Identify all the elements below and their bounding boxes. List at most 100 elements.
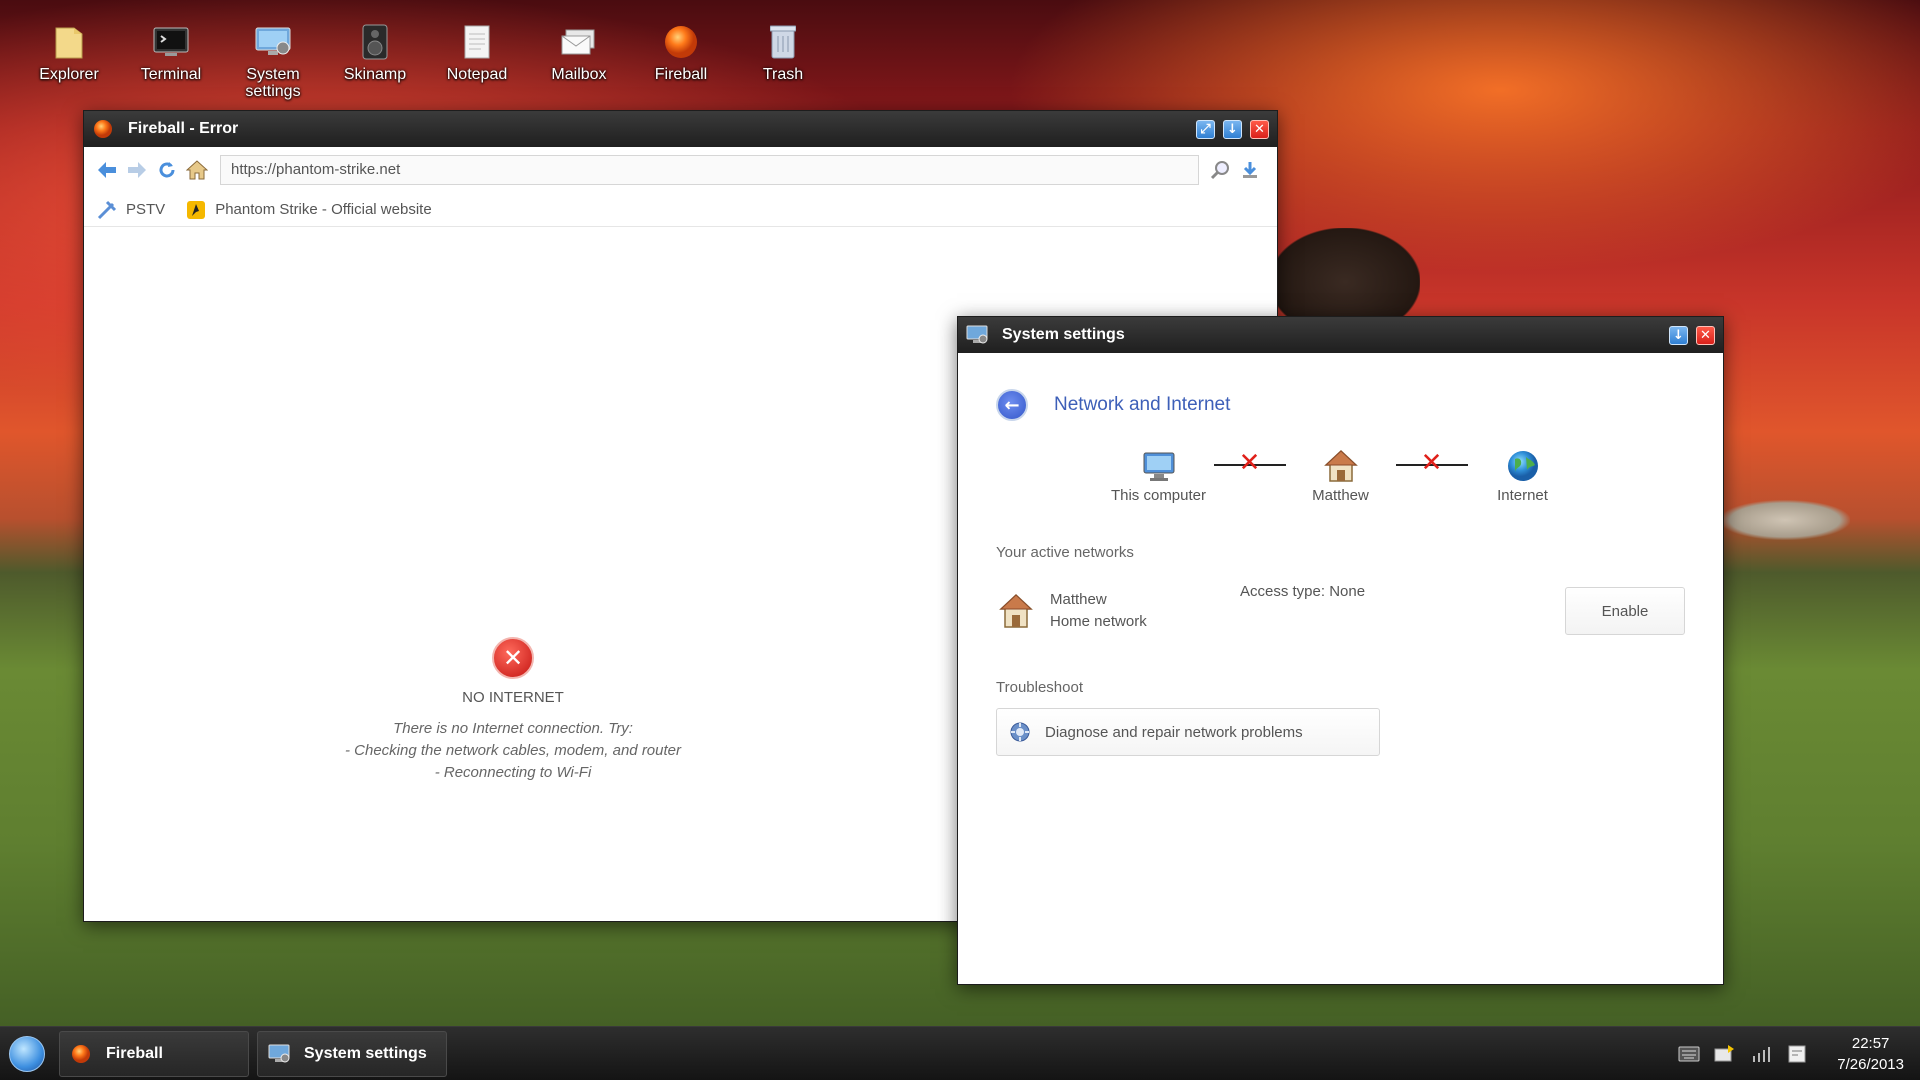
- network-node-label: Matthew: [1312, 487, 1369, 504]
- download-icon[interactable]: [1237, 157, 1263, 183]
- error-details: There is no Internet connection. Try: - …: [84, 718, 942, 784]
- bookmarks-bar: PSTV Phantom Strike - Official website: [84, 193, 1277, 227]
- trash-icon: [763, 22, 803, 62]
- error-icon: ✕: [492, 637, 534, 679]
- network-node-computer: This computer: [1104, 445, 1214, 504]
- settings-header: ← Network and Internet: [996, 389, 1685, 421]
- error-line: - Checking the network cables, modem, an…: [345, 742, 681, 759]
- troubleshoot-label: Troubleshoot: [996, 679, 1083, 696]
- taskbar-item-fireball[interactable]: Fireball: [59, 1030, 249, 1077]
- desktop-icon-fireball[interactable]: Fireball: [630, 22, 732, 100]
- browser-titlebar[interactable]: Fireball - Error ⤢ ↓ ✕: [84, 111, 1277, 147]
- desktop-icon-label: Skinamp: [343, 66, 407, 83]
- fireball-icon: [92, 118, 114, 140]
- clock-date: 7/26/2013: [1837, 1055, 1904, 1073]
- minimize-button[interactable]: ↓: [1223, 119, 1242, 139]
- mailbox-icon: [559, 22, 599, 62]
- fireball-icon: [661, 22, 701, 62]
- clock-time: 22:57: [1851, 1034, 1890, 1052]
- network-name: Matthew: [1050, 591, 1107, 608]
- home-icon[interactable]: [184, 157, 210, 183]
- settings-body: ← Network and Internet This computer ✕ M…: [958, 353, 1723, 984]
- diagnose-label: Diagnose and repair network problems: [1045, 723, 1303, 741]
- system-settings-window[interactable]: System settings ↓ ✕ ← Network and Intern…: [957, 316, 1724, 985]
- back-button[interactable]: ←: [996, 389, 1028, 421]
- access-type: Access type: None: [1240, 583, 1366, 600]
- disconnected-x-icon: ✕: [1238, 448, 1261, 478]
- clock[interactable]: 22:57 7/26/2013: [1837, 1033, 1904, 1075]
- home-network-icon: [996, 591, 1036, 631]
- search-icon[interactable]: [1207, 157, 1233, 183]
- settings-window-title: System settings: [1002, 326, 1125, 343]
- desktop-icon-mailbox[interactable]: Mailbox: [528, 22, 630, 100]
- globe-icon: [1506, 445, 1540, 483]
- active-network-row: Matthew Home network Access type: None E…: [996, 581, 1685, 641]
- error-title: NO INTERNET: [462, 689, 564, 706]
- desktop-icon-label: Explorer: [39, 66, 99, 83]
- restore-button[interactable]: ⤢: [1196, 119, 1215, 139]
- desktop-icon-grid: Explorer Terminal System settings Skinam…: [18, 22, 834, 100]
- taskbar-item-label: System settings: [304, 1044, 427, 1062]
- error-message: ✕ NO INTERNET There is no Internet conne…: [84, 637, 942, 784]
- network-status-icon[interactable]: [1749, 1043, 1773, 1065]
- desktop-icon-label: Notepad: [446, 66, 508, 83]
- speaker-icon: [355, 22, 395, 62]
- start-button[interactable]: [9, 1035, 45, 1072]
- desktop-icon-label: System settings: [245, 66, 301, 100]
- desktop-icon-system-settings[interactable]: System settings: [222, 22, 324, 100]
- desktop-icon-explorer[interactable]: Explorer: [18, 22, 120, 100]
- pstv-icon: [96, 199, 118, 221]
- phantom-strike-icon: [185, 199, 207, 221]
- desktop-icon-label: Mailbox: [551, 66, 607, 83]
- system-settings-icon: [966, 324, 988, 346]
- network-type: Home network: [1050, 613, 1147, 630]
- desktop-icon-skinamp[interactable]: Skinamp: [324, 22, 426, 100]
- network-node-home: Matthew: [1286, 445, 1396, 504]
- distant-rocks: [1720, 500, 1850, 540]
- refresh-icon[interactable]: [154, 157, 180, 183]
- notification-icon[interactable]: [1713, 1043, 1737, 1065]
- network-info: Matthew Home network: [1050, 589, 1147, 633]
- desktop-icon-trash[interactable]: Trash: [732, 22, 834, 100]
- system-tray: 22:57 7/26/2013: [1665, 1033, 1920, 1075]
- desktop-icon-label: Fireball: [654, 66, 708, 83]
- diagnose-icon: [1009, 721, 1031, 743]
- active-networks-label: Your active networks: [996, 544, 1134, 561]
- network-node-label: This computer: [1110, 487, 1207, 504]
- taskbar-item-system-settings[interactable]: System settings: [257, 1030, 447, 1077]
- rock-formation: [1270, 228, 1420, 318]
- desktop-icon-notepad[interactable]: Notepad: [426, 22, 528, 100]
- taskbar-item-label: Fireball: [106, 1044, 163, 1062]
- broken-link-home-internet: ✕: [1395, 445, 1468, 483]
- browser-toolbar: https://phantom-strike.net: [84, 147, 1277, 193]
- enable-button[interactable]: Enable: [1565, 587, 1685, 635]
- network-node-internet: Internet: [1468, 445, 1578, 504]
- minimize-button[interactable]: ↓: [1669, 325, 1688, 345]
- error-line: There is no Internet connection. Try:: [393, 720, 633, 737]
- broken-link-computer-home: ✕: [1213, 445, 1286, 483]
- error-line: - Reconnecting to Wi-Fi: [434, 764, 592, 781]
- bookmark-pstv[interactable]: PSTV: [96, 199, 165, 221]
- browser-window-title: Fireball - Error: [128, 120, 239, 137]
- close-button[interactable]: ✕: [1696, 325, 1715, 345]
- taskbar: Fireball System settings 22:57 7/26/2013: [0, 1026, 1920, 1080]
- bookmark-phantom-strike[interactable]: Phantom Strike - Official website: [185, 199, 432, 221]
- close-button[interactable]: ✕: [1250, 119, 1269, 139]
- action-center-icon[interactable]: [1785, 1043, 1809, 1065]
- diagnose-button[interactable]: Diagnose and repair network problems: [996, 708, 1380, 756]
- keyboard-icon[interactable]: [1677, 1043, 1701, 1065]
- bookmark-label: Phantom Strike - Official website: [215, 201, 432, 218]
- computer-icon: [1142, 445, 1176, 483]
- fireball-icon: [70, 1043, 92, 1065]
- desktop-icon-terminal[interactable]: Terminal: [120, 22, 222, 100]
- page-title: Network and Internet: [1054, 394, 1231, 415]
- url-input[interactable]: https://phantom-strike.net: [220, 155, 1199, 185]
- system-settings-icon: [268, 1043, 290, 1065]
- back-arrow-icon[interactable]: [94, 157, 120, 183]
- bookmark-label: PSTV: [126, 201, 166, 218]
- desktop-icon-label: Trash: [762, 66, 804, 83]
- system-settings-icon: [253, 22, 293, 62]
- desktop-icon-label: Terminal: [140, 66, 202, 83]
- forward-arrow-icon[interactable]: [124, 157, 150, 183]
- settings-titlebar[interactable]: System settings ↓ ✕: [958, 317, 1723, 353]
